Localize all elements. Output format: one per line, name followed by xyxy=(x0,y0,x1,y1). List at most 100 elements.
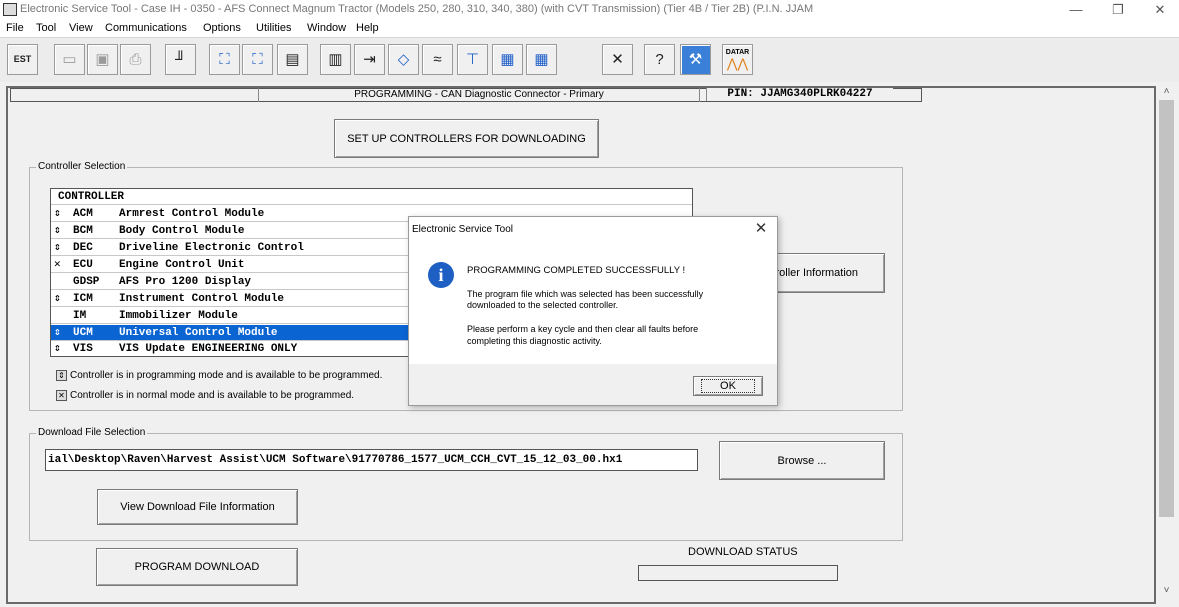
controller-name: AFS Pro 1200 Display xyxy=(119,276,252,288)
print-glyph: ⎙ xyxy=(129,51,142,68)
controller-name: Engine Control Unit xyxy=(119,259,245,271)
program-icon[interactable]: ▥ xyxy=(320,44,351,75)
print-icon[interactable]: ⎙ xyxy=(120,44,151,75)
programming-mode-icon: ⇕ xyxy=(54,225,61,237)
menu-options[interactable]: Options xyxy=(203,22,241,34)
normal-mode-icon: ✕ xyxy=(54,259,61,271)
signal-icon[interactable]: ≈ xyxy=(422,44,453,75)
program-glyph: ▥ xyxy=(328,51,343,68)
scroll-up-icon[interactable]: ˄ xyxy=(1159,86,1174,97)
scroll-thumb[interactable] xyxy=(1159,100,1174,517)
view-download-info-button[interactable]: View Download File Information xyxy=(97,489,298,525)
controller-abbr: VIS xyxy=(73,343,93,355)
legend-normal: ✕ Controller is in normal mode and is ava… xyxy=(56,390,354,401)
toolbar: EST ▭ ▣ ⎙ ╜ ⛶ ⛶ ▤ ▥ ⇥ ◇ ≈ ⊤ ▦ ▦ ✕ ? ⚒ DA… xyxy=(0,37,1179,83)
normal-mode-icon: ✕ xyxy=(56,390,67,401)
network-glyph: ⛶ xyxy=(219,51,230,68)
close-button[interactable]: ✕ xyxy=(1145,1,1175,19)
programming-mode-icon: ⇕ xyxy=(54,343,61,355)
est-icon[interactable]: EST xyxy=(7,44,38,75)
diamond-icon[interactable]: ◇ xyxy=(388,44,419,75)
menu-file[interactable]: File xyxy=(6,22,24,34)
controller-abbr: UCM xyxy=(73,327,93,339)
network-compare-icon[interactable]: ⛶ xyxy=(242,44,273,75)
save-glyph: ▣ xyxy=(95,51,110,68)
controller-name: Instrument Control Module xyxy=(119,293,285,305)
info-icon: i xyxy=(428,262,454,288)
flash-icon[interactable]: ▤ xyxy=(277,44,308,75)
controller-name: Body Control Module xyxy=(119,225,245,237)
controller-name: Driveline Electronic Control xyxy=(119,242,304,254)
tools-glyph: ✕ xyxy=(611,51,624,68)
legend-programming-text: Controller is in programming mode and is… xyxy=(70,370,383,382)
wiring-icon[interactable]: ⇥ xyxy=(354,44,385,75)
controller-name: VIS Update ENGINEERING ONLY xyxy=(119,343,298,355)
download-file-path[interactable]: ial\Desktop\Raven\Harvest Assist\UCM Sof… xyxy=(45,449,698,471)
graph-icon[interactable]: ⊤ xyxy=(457,44,488,75)
download-status-bar xyxy=(638,565,838,581)
controller-abbr: ICM xyxy=(73,293,93,305)
menu-utilities[interactable]: Utilities xyxy=(256,22,291,34)
legend-normal-text: Controller is in normal mode and is avai… xyxy=(70,390,355,402)
dialog-line-1: The program file which was selected has … xyxy=(467,289,704,299)
open-icon[interactable]: ▭ xyxy=(54,44,85,75)
dialog-heading: PROGRAMMING COMPLETED SUCCESSFULLY ! xyxy=(467,265,686,276)
menu-view[interactable]: View xyxy=(69,22,93,34)
connector-help-icon[interactable]: ? xyxy=(644,44,675,75)
modules-icon[interactable]: ▦ xyxy=(492,44,523,75)
ok-button[interactable]: OK xyxy=(693,376,763,396)
modules2-glyph: ▦ xyxy=(534,51,549,68)
legend-programming: ⇕ Controller is in programming mode and i… xyxy=(56,370,382,381)
controller-name: Immobilizer Module xyxy=(119,310,238,322)
download-file-label: Download File Selection xyxy=(36,427,148,438)
controller-abbr: ACM xyxy=(73,208,93,220)
restore-button[interactable]: ❐ xyxy=(1103,1,1133,19)
app-icon xyxy=(3,3,17,16)
window-title: Electronic Service Tool - Case IH - 0350… xyxy=(20,3,814,15)
programming-mode-icon: ⇕ xyxy=(56,370,67,381)
dialog-line-2: downloaded to the selected controller. xyxy=(467,300,619,310)
wrench-glyph: ⚒ xyxy=(688,51,703,68)
menu-tool[interactable]: Tool xyxy=(36,22,56,34)
setup-controllers-button[interactable]: SET UP CONTROLLERS FOR DOWNLOADING xyxy=(334,119,599,158)
scroll-down-icon[interactable]: ˅ xyxy=(1159,585,1174,596)
save-icon[interactable]: ▣ xyxy=(87,44,118,75)
connector-icon[interactable]: ╜ xyxy=(165,44,196,75)
open-glyph: ▭ xyxy=(62,51,77,68)
minimize-button[interactable]: — xyxy=(1061,1,1091,19)
dialog-close-icon[interactable]: ✕ xyxy=(752,220,770,238)
menu-window[interactable]: Window xyxy=(307,22,346,34)
programming-mode-icon: ⇕ xyxy=(54,327,61,339)
dialog-title: Electronic Service Tool xyxy=(412,224,513,235)
menu-communications[interactable]: Communications xyxy=(105,22,187,34)
menu-help[interactable]: Help xyxy=(356,22,379,34)
tools-icon[interactable]: ✕ xyxy=(602,44,633,75)
controller-abbr: ECU xyxy=(73,259,93,271)
dialog-line-3: Please perform a key cycle and then clea… xyxy=(467,324,699,334)
program-download-button[interactable]: PROGRAM DOWNLOAD xyxy=(96,548,298,586)
page-title: PROGRAMMING - CAN Diagnostic Connector -… xyxy=(258,88,700,102)
column-header: CONTROLLER xyxy=(58,191,125,203)
datar-wave-icon: ⋀⋀ xyxy=(726,55,749,71)
title-bar: Electronic Service Tool - Case IH - 0350… xyxy=(0,0,1179,20)
programming-mode-icon: ⇕ xyxy=(54,293,61,305)
browse-button[interactable]: Browse ... xyxy=(719,441,885,480)
graph-glyph: ⊤ xyxy=(465,51,480,68)
programming-mode-icon: ⇕ xyxy=(54,208,61,220)
diamond-glyph: ◇ xyxy=(397,51,410,68)
wrench-icon[interactable]: ⚒ xyxy=(680,44,711,75)
modules-glyph: ▦ xyxy=(500,51,515,68)
network-compare-glyph: ⛶ xyxy=(252,51,263,68)
network-icon[interactable]: ⛶ xyxy=(209,44,240,75)
controller-list-header: CONTROLLER xyxy=(51,189,692,205)
programming-mode-icon: ⇕ xyxy=(54,242,61,254)
modules2-icon[interactable]: ▦ xyxy=(526,44,557,75)
wiring-glyph: ⇥ xyxy=(363,51,376,68)
download-status-label: DOWNLOAD STATUS xyxy=(688,546,798,558)
datar-icon[interactable]: DATAR ⋀⋀ xyxy=(722,44,753,75)
controller-abbr: GDSP xyxy=(73,276,100,288)
controller-name: Armrest Control Module xyxy=(119,208,265,220)
dialog-line-4: completing this diagnostic activity. xyxy=(467,336,602,346)
signal-glyph: ≈ xyxy=(433,51,442,68)
controller-selection-label: Controller Selection xyxy=(36,161,128,172)
